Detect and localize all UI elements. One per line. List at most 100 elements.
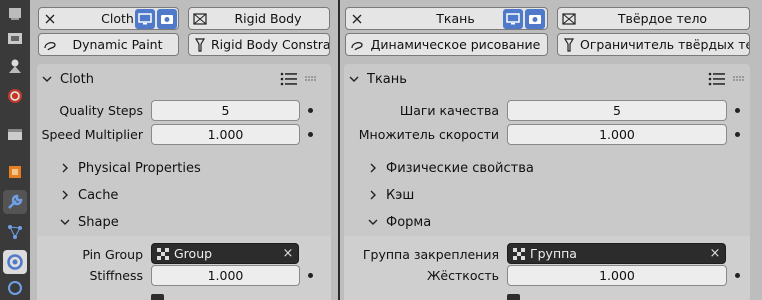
camera-icon: [161, 15, 173, 24]
shape-subpanel[interactable]: Shape: [60, 209, 310, 235]
physical-properties-subpanel[interactable]: Physical Properties: [60, 155, 310, 181]
rigid-body-button[interactable]: Rigid Body: [188, 7, 330, 30]
rigid-body-button[interactable]: Твёрдое тело: [557, 7, 750, 30]
monitor-icon: [138, 13, 152, 25]
cache-title: Cache: [78, 187, 119, 203]
tool-icon[interactable]: [3, 2, 27, 26]
clear-icon[interactable]: ×: [705, 246, 725, 261]
collection-icon[interactable]: [3, 122, 27, 146]
pin-group-value: Group: [174, 246, 213, 261]
rigid-body-constraint-label: Ограничитель твёрдых тел: [580, 37, 750, 52]
physical-properties-subpanel[interactable]: Физические свойства: [368, 155, 668, 181]
constraint-icon: [558, 37, 580, 52]
vertex-group-icon: [152, 247, 174, 261]
speed-multiplier-field[interactable]: 1.000: [507, 124, 727, 145]
show-render-toggle[interactable]: [157, 9, 177, 29]
physical-properties-title: Физические свойства: [386, 160, 534, 176]
chevron-down-icon: [349, 76, 359, 82]
drag-handle-icon[interactable]: [732, 75, 746, 83]
chevron-right-icon: [370, 190, 376, 200]
vertex-group-icon: [508, 247, 530, 261]
rigid-body-constraint-button[interactable]: Ограничитель твёрдых тел: [557, 33, 750, 56]
close-icon[interactable]: [39, 14, 61, 24]
keyframe-dot-icon[interactable]: [735, 132, 740, 137]
keyframe-dot-icon[interactable]: [735, 108, 740, 113]
keyframe-dot-icon[interactable]: [735, 273, 740, 278]
world-icon[interactable]: [3, 84, 27, 108]
monitor-icon: [506, 13, 520, 25]
shape-title: Форма: [386, 214, 432, 230]
render-icon[interactable]: [3, 26, 27, 50]
panel-header-icons: [708, 71, 746, 87]
physics-icon[interactable]: [3, 250, 27, 274]
stiffness-field[interactable]: 1.000: [151, 265, 300, 286]
pin-group-field[interactable]: Группа ×: [507, 243, 726, 264]
pin-group-label: Группа закрепления: [362, 246, 499, 262]
physics-panel-english: Cloth Rigid Body Dynamic Paint Rigid Bod…: [30, 0, 338, 300]
dynamic-paint-label: Динамическое рисование: [370, 37, 541, 52]
keyframe-dot-icon[interactable]: [308, 273, 313, 278]
close-icon[interactable]: [346, 14, 368, 24]
shape-subpanel[interactable]: Форма: [368, 209, 668, 235]
dynamic-paint-icon: [346, 39, 368, 51]
quality-steps-label: Quality Steps: [59, 102, 143, 118]
chevron-right-icon: [62, 163, 68, 173]
rigid-body-constraint-label: Rigid Body Constra...: [211, 37, 330, 52]
keyframe-dot-icon[interactable]: [308, 132, 313, 137]
chevron-right-icon: [62, 190, 68, 200]
speed-multiplier-label: Множитель скорости: [358, 126, 499, 142]
object-data-icon[interactable]: [3, 54, 27, 78]
show-viewport-toggle[interactable]: [503, 9, 523, 29]
keyframe-dot-icon[interactable]: [308, 108, 313, 113]
cloth-panel-title: Cloth: [60, 71, 94, 87]
dynamic-paint-button[interactable]: Динамическое рисование: [345, 33, 548, 56]
rigid-body-icon: [558, 12, 580, 25]
quality-steps-field[interactable]: 5: [507, 100, 727, 121]
chevron-down-icon: [368, 219, 378, 225]
cache-title: Кэш: [386, 187, 415, 203]
panel-header-icons: [280, 71, 318, 87]
pin-group-field[interactable]: Group ×: [151, 243, 299, 264]
quality-steps-label: Шаги качества: [399, 102, 499, 118]
speed-multiplier-field[interactable]: 1.000: [151, 124, 300, 145]
cache-subpanel[interactable]: Cache: [60, 182, 310, 208]
constraints-icon[interactable]: [3, 276, 27, 300]
show-render-toggle[interactable]: [525, 9, 545, 29]
list-icon[interactable]: [708, 71, 726, 87]
physics-panel-russian: Ткань Твёрдое тело Динамическое рисовани…: [340, 0, 762, 300]
show-viewport-toggle[interactable]: [135, 9, 155, 29]
cloth-panel-title: Ткань: [367, 71, 407, 87]
stiffness-label: Stiffness: [89, 267, 143, 283]
pin-group-label: Pin Group: [82, 246, 143, 262]
constraint-icon: [189, 37, 211, 52]
dynamic-paint-label: Dynamic Paint: [72, 37, 163, 52]
chevron-down-icon: [42, 76, 52, 82]
chevron-right-icon: [370, 163, 376, 173]
speed-multiplier-label: Speed Multiplier: [41, 126, 143, 142]
pin-group-value: Группа: [530, 246, 577, 261]
rigid-body-label: Rigid Body: [234, 11, 302, 26]
rigid-body-constraint-button[interactable]: Rigid Body Constra...: [188, 33, 330, 56]
clear-icon[interactable]: ×: [278, 246, 298, 261]
object-icon[interactable]: [3, 160, 27, 184]
dynamic-paint-icon: [39, 39, 61, 51]
modifier-wrench-icon[interactable]: [3, 190, 27, 214]
camera-icon: [529, 15, 541, 24]
chevron-down-icon: [60, 219, 70, 225]
properties-tab-sidebar: [0, 0, 30, 300]
rigid-body-icon: [189, 12, 211, 25]
rigid-body-label: Твёрдое тело: [617, 11, 708, 26]
dynamic-paint-button[interactable]: Dynamic Paint: [38, 33, 179, 56]
list-icon[interactable]: [280, 71, 298, 87]
shape-title: Shape: [78, 214, 119, 230]
particles-icon[interactable]: [3, 220, 27, 244]
drag-handle-icon[interactable]: [304, 75, 318, 83]
checkbox[interactable]: [151, 294, 164, 300]
stiffness-label: Жёсткость: [426, 267, 499, 283]
cache-subpanel[interactable]: Кэш: [368, 182, 668, 208]
physical-properties-title: Physical Properties: [78, 160, 201, 176]
checkbox[interactable]: [507, 294, 520, 300]
cloth-panel-header[interactable]: Ткань: [349, 66, 649, 92]
quality-steps-field[interactable]: 5: [151, 100, 300, 121]
stiffness-field[interactable]: 1.000: [507, 265, 727, 286]
